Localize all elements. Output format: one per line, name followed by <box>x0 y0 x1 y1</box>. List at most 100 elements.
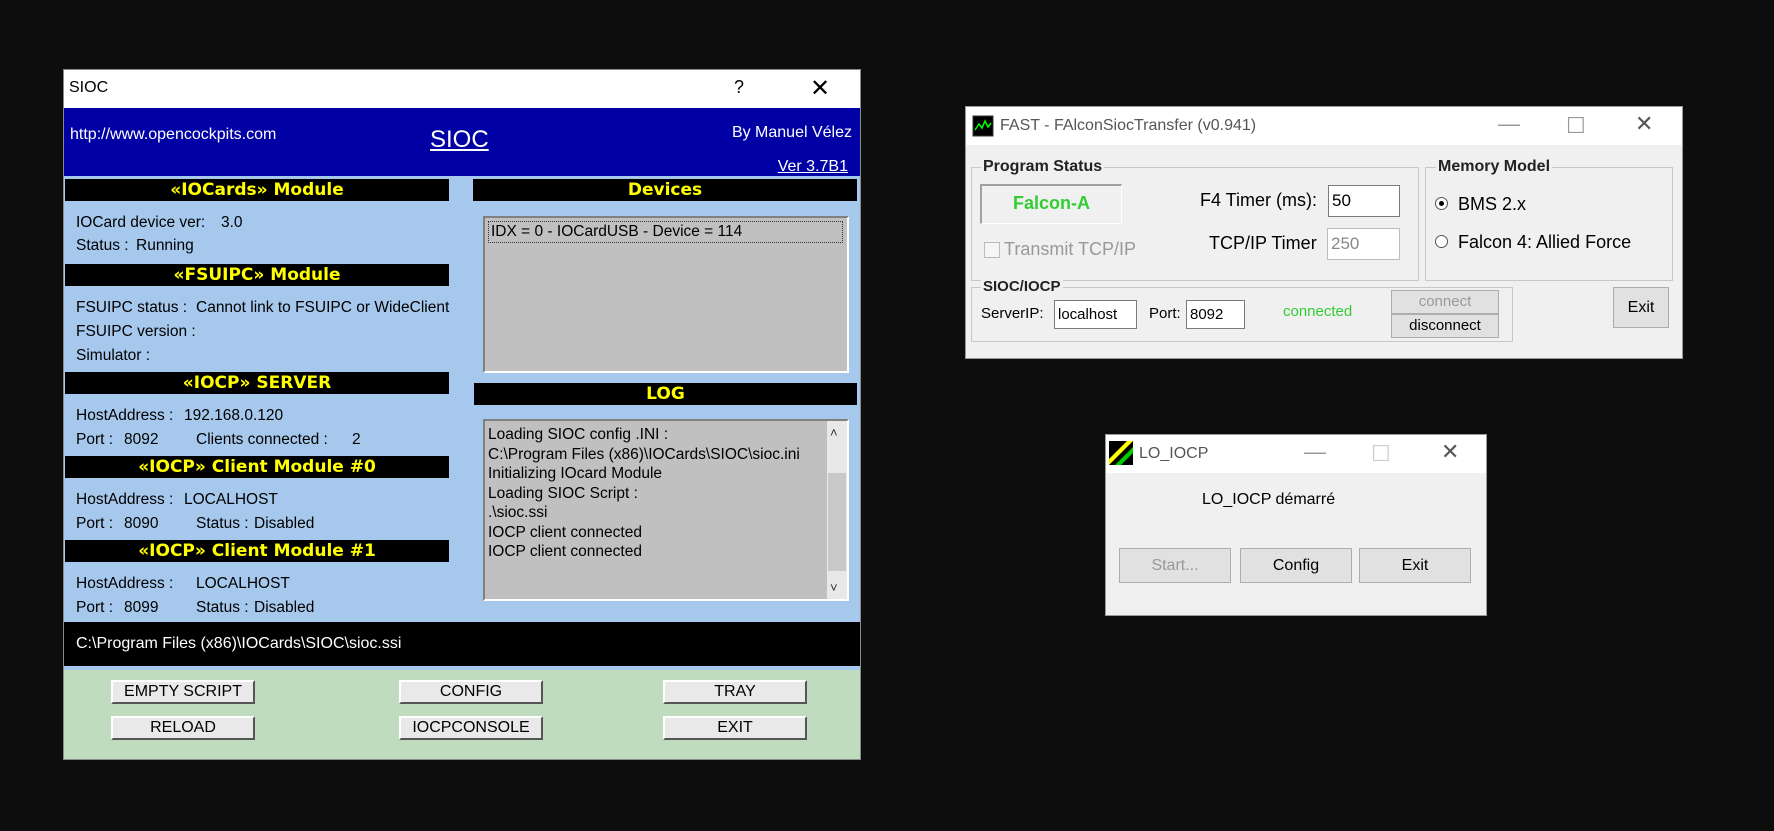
fsuipc-status-label: FSUIPC status : <box>76 299 188 316</box>
log-line: IOCP client connected <box>488 543 642 560</box>
server-ip-label: ServerIP: <box>981 305 1044 322</box>
client1-status-label: Status : <box>196 599 249 616</box>
fast-titlebar: FAST - FAlconSiocTransfer (v0.941) — ☐ ✕ <box>966 107 1682 145</box>
iocpconsole-button[interactable]: IOCPCONSOLE <box>399 716 543 740</box>
simulator-label: Simulator : <box>76 347 151 364</box>
help-icon[interactable]: ? <box>734 77 744 98</box>
program-status-group: Program Status Falcon-A F4 Timer (ms): 5… <box>971 158 1419 281</box>
client1-host-value: LOCALHOST <box>196 575 290 592</box>
maximize-icon[interactable]: ☐ <box>1371 441 1391 467</box>
clients-connected-label: Clients connected : <box>196 431 328 448</box>
client0-port-label: Port : <box>76 515 114 532</box>
lo-iocp-titlebar: LO_IOCP — ☐ ✕ <box>1106 435 1486 473</box>
log-header: LOG <box>474 383 857 405</box>
tcp-timer-input[interactable]: 250 <box>1327 228 1400 260</box>
client-module-1-header: «IOCP» Client Module #1 <box>65 540 449 562</box>
chevron-up-icon[interactable]: ˄ <box>830 425 838 440</box>
iocards-status-label: Status : <box>76 237 129 254</box>
log-listbox[interactable]: Loading SIOC config .INI : C:\Program Fi… <box>483 419 849 601</box>
close-icon[interactable]: ✕ <box>810 74 830 103</box>
fast-exit-button[interactable]: Exit <box>1613 287 1669 328</box>
empty-script-button[interactable]: EMPTY SCRIPT <box>111 680 255 704</box>
fsuipc-status-value: Cannot link to FSUIPC or WideClient <box>196 299 450 316</box>
log-line: Initializing IOcard Module <box>488 465 663 482</box>
start-button[interactable]: Start... <box>1119 548 1231 583</box>
log-scrollbar[interactable]: ˄ ˅ <box>827 421 847 599</box>
sioc-titlebar: SIOC ? ✕ <box>64 70 860 108</box>
config-button[interactable]: CONFIG <box>399 680 543 704</box>
client0-status-label: Status : <box>196 515 249 532</box>
f4-timer-label: F4 Timer (ms): <box>1200 190 1317 210</box>
bms-radio[interactable] <box>1435 197 1448 210</box>
website-url: http://www.opencockpits.com <box>70 126 277 143</box>
iocard-device-ver-label: IOCard device ver: <box>76 214 206 231</box>
tray-button[interactable]: TRAY <box>663 680 807 704</box>
maximize-icon[interactable]: ☐ <box>1566 113 1586 139</box>
allied-force-radio[interactable] <box>1435 235 1448 248</box>
lo-config-button[interactable]: Config <box>1240 548 1352 583</box>
sioc-window-title: SIOC <box>69 79 109 96</box>
memory-model-group: Memory Model BMS 2.x Falcon 4: Allied Fo… <box>1425 158 1673 281</box>
server-host-value: 192.168.0.120 <box>184 407 284 424</box>
devices-listbox[interactable]: IDX = 0 - IOCardUSB - Device = 114 <box>483 216 849 373</box>
log-line: Loading SIOC Script : <box>488 484 638 502</box>
log-line: .\sioc.ssi <box>488 504 548 521</box>
author-label: By Manuel Vélez <box>731 124 852 141</box>
close-icon[interactable]: ✕ <box>1441 439 1459 465</box>
lo-exit-button[interactable]: Exit <box>1359 548 1471 583</box>
connect-button[interactable]: connect <box>1391 290 1499 314</box>
connection-status: connected <box>1283 303 1353 320</box>
lo-iocp-message: LO_IOCP démarré <box>1202 491 1336 508</box>
lo-iocp-window: LO_IOCP — ☐ ✕ LO_IOCP démarré Start... C… <box>1105 434 1487 616</box>
monitor-icon <box>972 115 994 137</box>
minimize-icon[interactable]: — <box>1304 439 1326 465</box>
server-port-value: 8092 <box>124 431 159 448</box>
sioc-iocp-group: SIOC/IOCP ServerIP: localhost Port: 8092… <box>971 278 1513 342</box>
clients-connected-value: 2 <box>352 431 361 448</box>
version-label: Ver 3.7B1 <box>777 158 848 175</box>
sioc-iocp-label: SIOC/IOCP <box>981 278 1063 295</box>
fsuipc-module-header: «FSUIPC» Module <box>65 264 449 286</box>
transmit-tcp-label: Transmit TCP/IP <box>1004 239 1137 259</box>
client0-status-value: Disabled <box>254 515 315 532</box>
fast-window-title: FAST - FAlconSiocTransfer (v0.941) <box>1000 117 1257 134</box>
log-line: IOCP client connected <box>488 523 642 541</box>
program-status-label: Program Status <box>981 158 1105 176</box>
exit-button[interactable]: EXIT <box>663 716 807 740</box>
log-scroll-thumb[interactable] <box>828 473 846 571</box>
chevron-down-icon[interactable]: ˅ <box>830 580 838 595</box>
disconnect-button[interactable]: disconnect <box>1391 314 1499 338</box>
allied-force-option-label[interactable]: Falcon 4: Allied Force <box>1458 232 1631 253</box>
close-icon[interactable]: ✕ <box>1635 111 1653 137</box>
lo-iocp-window-title: LO_IOCP <box>1139 445 1209 462</box>
server-port-label: Port : <box>76 431 114 448</box>
fast-port-input[interactable]: 8092 <box>1186 300 1245 329</box>
program-status-value: Falcon-A <box>980 184 1122 224</box>
reload-button[interactable]: RELOAD <box>111 716 255 740</box>
log-line: Loading SIOC config .INI : <box>488 426 669 443</box>
fast-window: FAST - FAlconSiocTransfer (v0.941) — ☐ ✕… <box>965 106 1683 359</box>
app-logo-icon <box>1109 441 1133 465</box>
tcp-timer-label: TCP/IP Timer <box>1209 233 1317 253</box>
bms-option-label[interactable]: BMS 2.x <box>1458 194 1526 215</box>
client1-status-value: Disabled <box>254 599 315 616</box>
client1-host-label: HostAddress : <box>76 575 174 592</box>
transmit-tcp-checkbox[interactable] <box>984 242 1000 258</box>
client0-host-value: LOCALHOST <box>184 491 278 508</box>
fast-port-label: Port: <box>1149 305 1181 322</box>
minimize-icon[interactable]: — <box>1498 111 1520 137</box>
f4-timer-input[interactable]: 50 <box>1328 185 1400 217</box>
sioc-button-area: EMPTY SCRIPT CONFIG TRAY RELOAD IOCPCONS… <box>64 670 860 759</box>
sioc-window: SIOC ? ✕ http://www.opencockpits.com SIO… <box>63 69 861 760</box>
device-item[interactable]: IDX = 0 - IOCardUSB - Device = 114 <box>488 221 843 243</box>
fsuipc-version-label: FSUIPC version : <box>76 323 196 340</box>
iocards-status-value: Running <box>136 237 194 254</box>
client0-host-label: HostAddress : <box>76 491 174 508</box>
server-host-label: HostAddress : <box>76 407 174 424</box>
server-ip-input[interactable]: localhost <box>1054 300 1137 329</box>
iocard-device-ver-value: 3.0 <box>221 214 243 231</box>
sioc-brand: SIOC <box>430 126 489 153</box>
log-line: C:\Program Files (x86)\IOCards\SIOC\sioc… <box>488 445 800 463</box>
client1-port-value: 8099 <box>124 599 159 616</box>
script-path-bar: C:\Program Files (x86)\IOCards\SIOC\sioc… <box>64 622 860 666</box>
